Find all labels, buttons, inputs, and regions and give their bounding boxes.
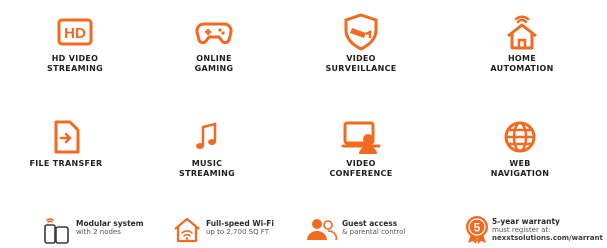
bottom-item-subtitle: with 2 nodes: [76, 228, 121, 236]
feature-label: ONLINE GAMING: [194, 54, 234, 73]
feature-home-automation: HOME AUTOMATION: [447, 12, 597, 74]
warranty-url: nexxtsolutions.com/warrant: [492, 234, 603, 242]
feature-file-transfer: FILE TRANSFER: [0, 117, 141, 169]
feature-video-surveillance: VIDEO SURVEILLANCE: [286, 12, 436, 74]
svg-text:5: 5: [474, 221, 481, 235]
feature-label: WEB NAVIGATION: [490, 159, 550, 178]
warranty-badge-icon: 5: [466, 216, 488, 244]
bottom-item-subtitle: & parental control: [342, 228, 406, 236]
file-transfer-icon: [54, 120, 80, 154]
bottom-item-modular-system: Modular system with 2 nodes: [40, 208, 170, 248]
feature-label: HOME AUTOMATION: [490, 54, 554, 73]
feature-label: VIDEO SURVEILLANCE: [325, 54, 397, 73]
bottom-item-title: 5-year warranty: [492, 217, 560, 226]
globe-icon: [504, 121, 536, 153]
bottom-item-title: Guest access: [342, 219, 398, 228]
bottom-item-full-speed-wifi: Full-speed Wi-Fi up to 2,700 SQ FT: [172, 208, 302, 248]
music-note-icon: [196, 122, 217, 149]
bottom-item-title: Modular system: [76, 219, 144, 228]
gamepad-icon: [195, 22, 233, 45]
feature-music-streaming: MUSIC STREAMING: [132, 117, 282, 179]
router-icon: [44, 218, 69, 244]
bottom-features: Modular system with 2 nodes Full-speed W…: [0, 208, 607, 248]
feature-label: HD VIDEO STREAMING: [47, 54, 103, 73]
feature-online-gaming: ONLINE GAMING: [139, 12, 289, 74]
feature-label: VIDEO CONFERENCE: [329, 159, 393, 178]
bottom-item-title: Full-speed Wi-Fi: [206, 219, 274, 228]
smart-home-icon: [507, 15, 537, 50]
bottom-item-warranty: 5 5-year warranty must register at: nexx…: [464, 208, 607, 248]
feature-label: FILE TRANSFER: [29, 159, 103, 168]
security-camera-icon: [344, 13, 378, 51]
feature-video-conference: VIDEO CONFERENCE: [286, 117, 436, 179]
svg-text:HD: HD: [64, 25, 86, 42]
users-icon: [307, 219, 338, 241]
feature-hd-video-streaming: HD HD VIDEO STREAMING: [0, 12, 150, 74]
hd-icon: HD: [57, 18, 93, 46]
bottom-item-guest-access: Guest access & parental control: [304, 208, 444, 248]
video-conference-icon: [341, 121, 381, 154]
bottom-item-subtitle: up to 2,700 SQ FT: [206, 228, 269, 236]
home-wifi-icon: [174, 217, 200, 243]
bottom-item-subtitle: must register at:: [492, 226, 551, 234]
feature-web-navigation: WEB NAVIGATION: [445, 117, 595, 179]
feature-label: MUSIC STREAMING: [179, 159, 235, 178]
